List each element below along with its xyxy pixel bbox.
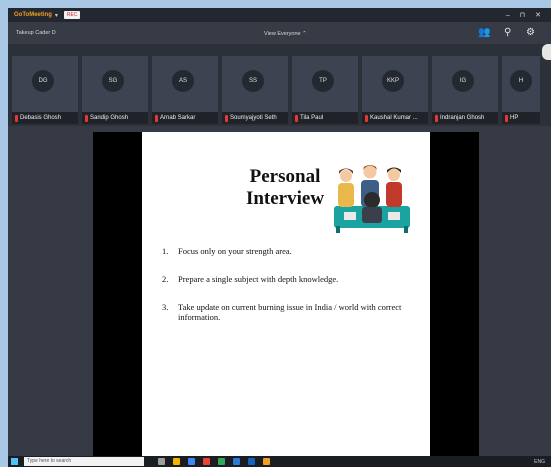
mic-muted-icon [15,114,18,122]
title-bar: GoToMeeting ▾ REC – ⊓ ✕ [8,8,551,22]
participant-tile[interactable]: AS Arnab Sarkar [152,56,218,124]
point-number: 1. [162,246,169,256]
participant-name-bar: Arnab Sarkar [152,112,218,124]
participant-name: Tila Paul [300,115,324,121]
os-taskbar: Type here to search ENG [8,456,551,467]
view-everyone-dropdown[interactable]: View Everyone ⌃ [264,31,307,37]
slide-point: 1. Focus only on your strength area. [162,246,412,256]
mic-muted-icon [505,114,508,122]
windows-start-icon[interactable] [11,458,18,465]
mic-muted-icon [365,114,368,122]
browser-icon[interactable] [188,458,195,465]
task-view-icon[interactable] [158,458,165,465]
participant-name-bar: Tila Paul [292,112,358,124]
system-tray[interactable]: ENG [534,459,545,465]
participant-name: Sandip Ghosh [90,115,129,121]
settings-icon[interactable]: ⚙ [526,27,535,38]
participant-tile[interactable]: SG Sandip Ghosh [82,56,148,124]
shared-screen: Personal Interview 1. Focus only on your… [93,132,479,456]
point-number: 3. [162,302,169,312]
slide-point: 2. Prepare a single subject with depth kn… [162,274,412,284]
slide-title-line: Personal [249,166,321,187]
file-explorer-icon[interactable] [173,458,180,465]
app-name[interactable]: GoToMeeting [14,12,52,18]
interview-illustration [334,165,410,233]
mic-muted-icon [435,114,438,122]
participant-name: Kaushal Kumar ... [370,115,418,121]
mic-muted-icon [225,114,228,122]
mic-muted-icon [155,114,158,122]
participant-tile[interactable]: IG Indranjan Ghosh [432,56,498,124]
avatar: IG [452,70,474,92]
participant-name-bar: Kaushal Kumar ... [362,112,428,124]
app-window: GoToMeeting ▾ REC – ⊓ ✕ Takeup Cader D V… [8,8,551,467]
app-icon[interactable] [218,458,225,465]
window-controls[interactable]: – ⊓ ✕ [506,11,545,19]
meeting-toolbar: Takeup Cader D View Everyone ⌃ 👥 ⚲ ⚙ [8,22,551,44]
participant-name-bar: Indranjan Ghosh [432,112,498,124]
participant-name-bar: HP [502,112,540,124]
slide-points: 1. Focus only on your strength area. 2. Pr… [162,246,412,340]
point-text: Prepare a single subject with depth know… [178,274,339,284]
avatar: AS [172,70,194,92]
meeting-title: Takeup Cader D [16,30,56,36]
presentation-slide: Personal Interview 1. Focus only on your… [142,132,430,456]
taskbar-search-input[interactable]: Type here to search [24,457,144,466]
participant-tile[interactable]: TP Tila Paul [292,56,358,124]
slide-title: Personal Interview [232,166,338,210]
participant-name: HP [510,115,519,121]
participant-tile[interactable]: KKP Kaushal Kumar ... [362,56,428,124]
participant-name: Debasis Ghosh [20,115,62,121]
participants-icon[interactable]: 👥 [478,27,490,38]
avatar: DG [32,70,54,92]
participant-tile[interactable]: SS Soumyajyoti Seth [222,56,288,124]
point-number: 2. [162,274,169,284]
slide-title-line: Interview [245,188,325,209]
taskbar-apps [158,458,270,465]
point-text: Take update on current burning issue in … [178,302,402,322]
point-text: Focus only on your strength area. [178,246,292,256]
screen-share-stage: Personal Interview 1. Focus only on your… [8,126,551,456]
participant-name: Arnab Sarkar [160,115,196,121]
recording-badge: REC [63,11,81,19]
avatar: SG [102,70,124,92]
participant-strip: DG Debasis Ghosh SG Sandip Ghosh AS Arna… [8,44,551,126]
participant-tile[interactable]: H HP [502,56,540,124]
participant-name-bar: Sandip Ghosh [82,112,148,124]
slide-point: 3. Take update on current burning issue i… [162,302,412,322]
participant-tile[interactable]: DG Debasis Ghosh [12,56,78,124]
search-icon[interactable]: ⚲ [504,27,511,38]
app-icon[interactable] [203,458,210,465]
mic-muted-icon [85,114,88,122]
more-participants-button[interactable] [542,44,551,60]
app-icon[interactable] [233,458,240,465]
avatar: SS [242,70,264,92]
avatar: TP [312,70,334,92]
participant-name: Indranjan Ghosh [440,115,485,121]
participant-name: Soumyajyoti Seth [230,115,277,121]
gotomeeting-icon[interactable] [263,458,270,465]
avatar: KKP [382,70,404,92]
word-icon[interactable] [248,458,255,465]
participant-name-bar: Soumyajyoti Seth [222,112,288,124]
mic-muted-icon [295,114,298,122]
avatar: H [510,70,532,92]
app-menu-chevron-icon[interactable]: ▾ [55,12,58,19]
participant-name-bar: Debasis Ghosh [12,112,78,124]
search-placeholder: Type here to search [27,458,72,464]
